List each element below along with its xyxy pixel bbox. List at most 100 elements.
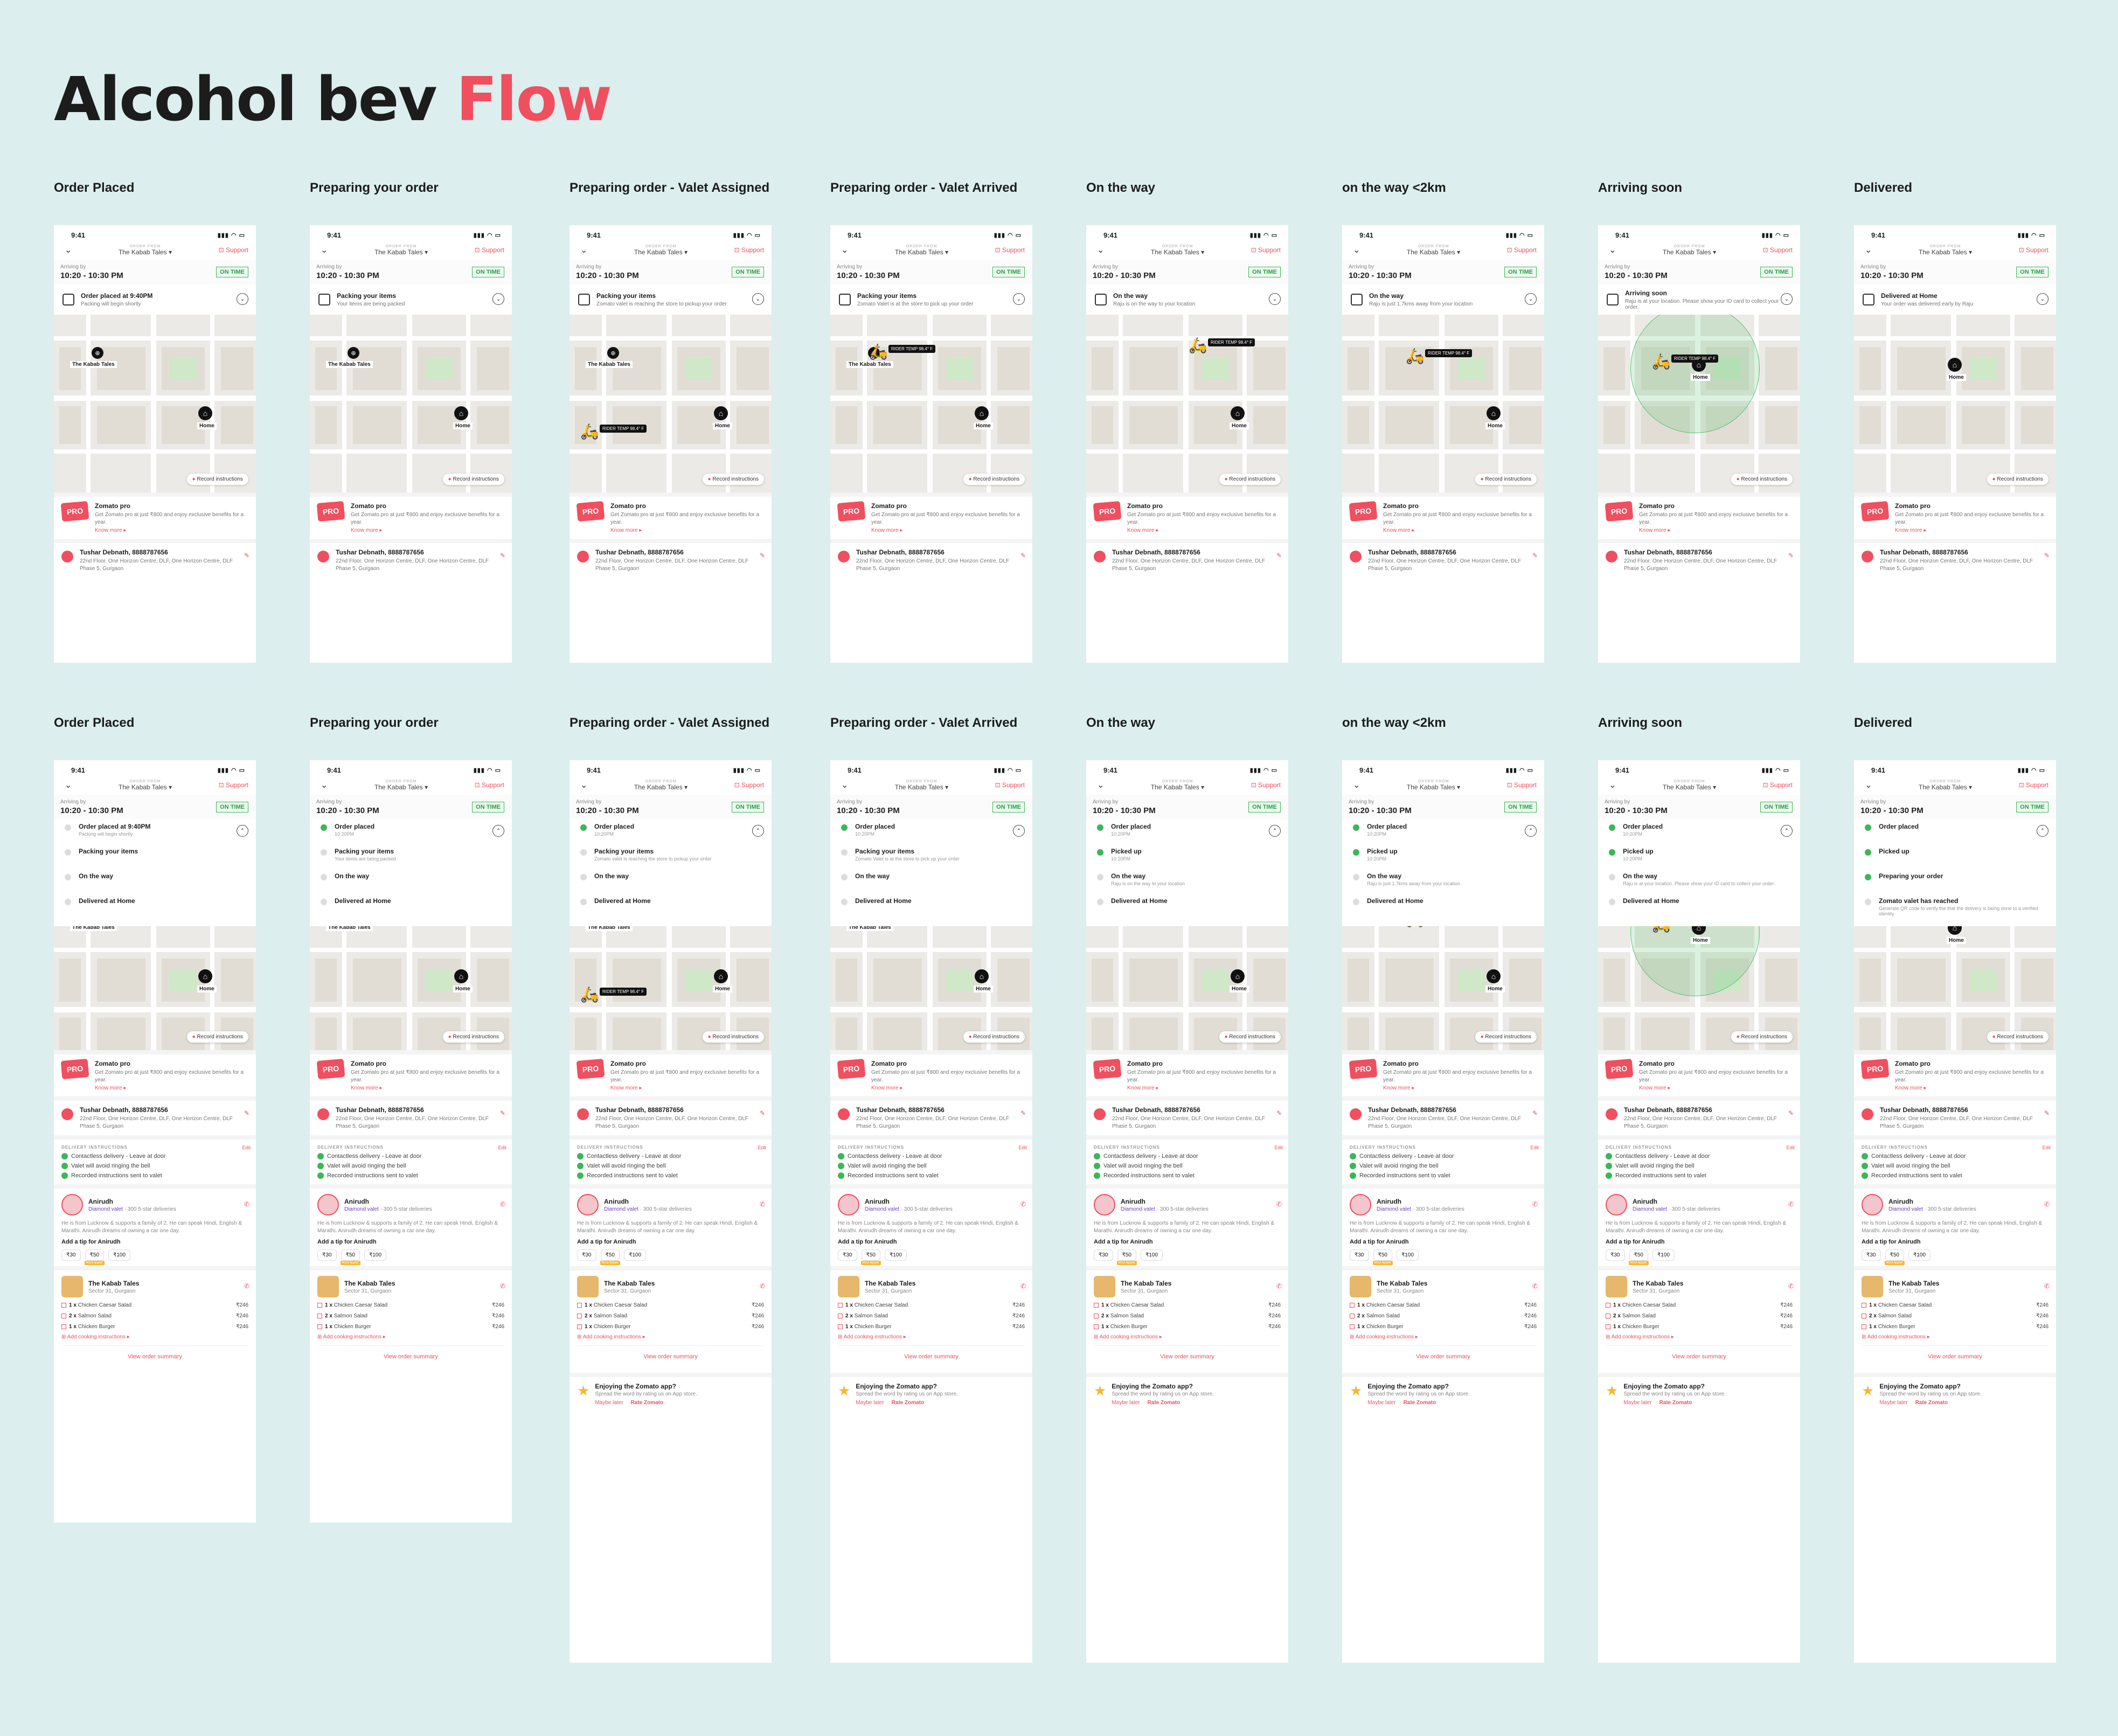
chevron-down-icon[interactable]: ⌄ [841, 780, 848, 790]
support-button[interactable]: ⊡ Support [734, 246, 764, 254]
edit-icon[interactable]: ✎ [1788, 552, 1794, 559]
know-more-link[interactable]: Know more ▸ [871, 527, 1025, 533]
zomato-pro-card[interactable]: PRO Zomato pro Get Zomato pro at just ₹800… [54, 1050, 256, 1096]
restaurant-selector[interactable]: ORDER FROM The Kabab Tales ▾ [895, 780, 948, 791]
live-map[interactable]: ⌂Home🛵RIDER TEMP 98.4° F● Record instruc… [1598, 926, 1800, 1050]
zomato-pro-card[interactable]: PRO Zomato pro Get Zomato pro at just ₹800… [1086, 492, 1288, 539]
live-map[interactable]: ⌂Home🛵RIDER TEMP 98.4° F● Record instruc… [1598, 315, 1800, 492]
chevron-down-icon[interactable]: ⌄ [1353, 780, 1360, 790]
view-order-summary[interactable]: View order summary [1350, 1345, 1537, 1367]
edit-instructions-button[interactable]: Edit [1786, 1145, 1795, 1150]
expand-icon[interactable]: ⌄ [1013, 293, 1025, 305]
record-instructions-button[interactable]: ● Record instructions [442, 1031, 504, 1043]
support-button[interactable]: ⊡ Support [2019, 246, 2048, 254]
zomato-pro-card[interactable]: PRO Zomato pro Get Zomato pro at just ₹800… [1086, 1050, 1288, 1096]
edit-icon[interactable]: ✎ [500, 552, 505, 559]
live-map[interactable]: ⊕The Kabab Tales⌂Home● Record instructio… [310, 926, 512, 1050]
zomato-pro-card[interactable]: PRO Zomato pro Get Zomato pro at just ₹800… [1342, 492, 1544, 539]
collapse-icon[interactable]: ⌃ [492, 825, 504, 837]
edit-icon[interactable]: ✎ [500, 1109, 505, 1117]
call-icon[interactable]: ✆ [1788, 1200, 1794, 1208]
add-cooking-instructions[interactable]: ⊞ Add cooking instructions ▸ [1350, 1334, 1537, 1340]
expand-icon[interactable]: ⌄ [492, 293, 504, 305]
know-more-link[interactable]: Know more ▸ [610, 1085, 764, 1091]
support-button[interactable]: ⊡ Support [1251, 246, 1281, 254]
zomato-pro-card[interactable]: PRO Zomato pro Get Zomato pro at just ₹800… [570, 1050, 772, 1096]
know-more-link[interactable]: Know more ▸ [1639, 527, 1793, 533]
collapse-icon[interactable]: ⌃ [1781, 825, 1793, 837]
edit-icon[interactable]: ✎ [1276, 1109, 1282, 1117]
restaurant-selector[interactable]: ORDER FROM The Kabab Tales ▾ [374, 245, 428, 256]
zomato-pro-card[interactable]: PRO Zomato pro Get Zomato pro at just ₹800… [1854, 492, 2056, 539]
support-button[interactable]: ⊡ Support [219, 781, 248, 789]
chevron-down-icon[interactable]: ⌄ [65, 780, 72, 790]
rate-zomato-button[interactable]: Rate Zomato [1915, 1400, 1948, 1406]
know-more-link[interactable]: Know more ▸ [1383, 527, 1537, 533]
add-cooking-instructions[interactable]: ⊞ Add cooking instructions ▸ [1606, 1334, 1793, 1340]
maybe-later-button[interactable]: Maybe later [1879, 1400, 1907, 1406]
add-cooking-instructions[interactable]: ⊞ Add cooking instructions ▸ [61, 1334, 248, 1340]
view-order-summary[interactable]: View order summary [317, 1345, 504, 1367]
restaurant-selector[interactable]: ORDER FROM The Kabab Tales ▾ [1407, 780, 1460, 791]
expand-icon[interactable]: ⌄ [1525, 293, 1537, 305]
order-status-card[interactable]: Packing your items Zomato valet is reachi… [570, 284, 772, 315]
live-map[interactable]: ⊕The Kabab Tales⌂Home● Record instructio… [310, 315, 512, 492]
chevron-down-icon[interactable]: ⌄ [580, 245, 587, 255]
chevron-down-icon[interactable]: ⌄ [1609, 780, 1616, 790]
know-more-link[interactable]: Know more ▸ [1895, 1085, 2048, 1091]
edit-icon[interactable]: ✎ [1020, 1109, 1026, 1117]
collapse-icon[interactable]: ⌃ [2037, 825, 2048, 837]
edit-icon[interactable]: ✎ [244, 552, 249, 559]
restaurant-selector[interactable]: ORDER FROM The Kabab Tales ▾ [374, 780, 428, 791]
tip-option[interactable]: ₹50 Most tipped [1628, 1249, 1649, 1265]
live-map[interactable]: ⌂Home🛵RIDER TEMP 98.4° F● Record instruc… [1086, 926, 1288, 1050]
expand-icon[interactable]: ⌄ [237, 293, 248, 305]
maybe-later-button[interactable]: Maybe later [1367, 1400, 1395, 1406]
live-map[interactable]: ⊕The Kabab Tales⌂Home🛵RIDER TEMP 98.4° F… [570, 926, 772, 1050]
support-button[interactable]: ⊡ Support [2019, 781, 2048, 789]
add-cooking-instructions[interactable]: ⊞ Add cooking instructions ▸ [317, 1334, 504, 1340]
record-instructions-button[interactable]: ● Record instructions [1987, 474, 2048, 485]
order-status-card[interactable]: Arriving soon Raju is at your location. P… [1598, 284, 1800, 315]
support-button[interactable]: ⊡ Support [1763, 246, 1793, 254]
tip-option[interactable]: ₹30 [1606, 1249, 1625, 1261]
tip-option[interactable]: ₹30 [838, 1249, 857, 1261]
chevron-down-icon[interactable]: ⌄ [580, 780, 587, 790]
edit-icon[interactable]: ✎ [1276, 552, 1282, 559]
live-map[interactable]: ⊕The Kabab Tales⌂Home🛵RIDER TEMP 98.4° F… [830, 926, 1032, 1050]
call-restaurant-icon[interactable]: ✆ [1532, 1282, 1538, 1290]
support-button[interactable]: ⊡ Support [1507, 246, 1537, 254]
add-cooking-instructions[interactable]: ⊞ Add cooking instructions ▸ [577, 1334, 764, 1340]
rate-zomato-button[interactable]: Rate Zomato [1404, 1400, 1436, 1406]
expand-icon[interactable]: ⌄ [1269, 293, 1281, 305]
call-restaurant-icon[interactable]: ✆ [500, 1282, 505, 1290]
add-cooking-instructions[interactable]: ⊞ Add cooking instructions ▸ [1094, 1334, 1281, 1340]
restaurant-selector[interactable]: ORDER FROM The Kabab Tales ▾ [1919, 245, 1972, 256]
call-icon[interactable]: ✆ [500, 1200, 505, 1208]
collapse-icon[interactable]: ⌃ [237, 825, 248, 837]
maybe-later-button[interactable]: Maybe later [856, 1400, 884, 1406]
restaurant-selector[interactable]: ORDER FROM The Kabab Tales ▾ [895, 245, 948, 256]
live-map[interactable]: ⌂Home🛵RIDER TEMP 98.4° F● Record instruc… [1086, 315, 1288, 492]
edit-icon[interactable]: ✎ [2044, 552, 2050, 559]
support-button[interactable]: ⊡ Support [1251, 781, 1281, 789]
support-button[interactable]: ⊡ Support [995, 246, 1025, 254]
zomato-pro-card[interactable]: PRO Zomato pro Get Zomato pro at just ₹800… [310, 1050, 512, 1096]
order-status-card[interactable]: Order placed at 9:40PM Packing will begin… [54, 284, 256, 315]
call-restaurant-icon[interactable]: ✆ [2044, 1282, 2050, 1290]
expand-icon[interactable]: ⌄ [1781, 293, 1793, 305]
tip-option[interactable]: ₹100 [624, 1249, 647, 1261]
edit-icon[interactable]: ✎ [1532, 1109, 1538, 1117]
zomato-pro-card[interactable]: PRO Zomato pro Get Zomato pro at just ₹800… [1598, 1050, 1800, 1096]
call-restaurant-icon[interactable]: ✆ [244, 1282, 249, 1290]
tip-option[interactable]: ₹100 [885, 1249, 907, 1261]
tip-option[interactable]: ₹30 [317, 1249, 337, 1261]
live-map[interactable]: ⊕The Kabab Tales⌂Home● Record instructio… [54, 315, 256, 492]
restaurant-selector[interactable]: ORDER FROM The Kabab Tales ▾ [1919, 780, 1972, 791]
maybe-later-button[interactable]: Maybe later [1623, 1400, 1651, 1406]
view-order-summary[interactable]: View order summary [577, 1345, 764, 1367]
view-order-summary[interactable]: View order summary [1094, 1345, 1281, 1367]
call-icon[interactable]: ✆ [1020, 1200, 1026, 1208]
view-order-summary[interactable]: View order summary [838, 1345, 1025, 1367]
order-status-card[interactable]: Packing your items Zomato Valet is at the… [830, 284, 1032, 315]
